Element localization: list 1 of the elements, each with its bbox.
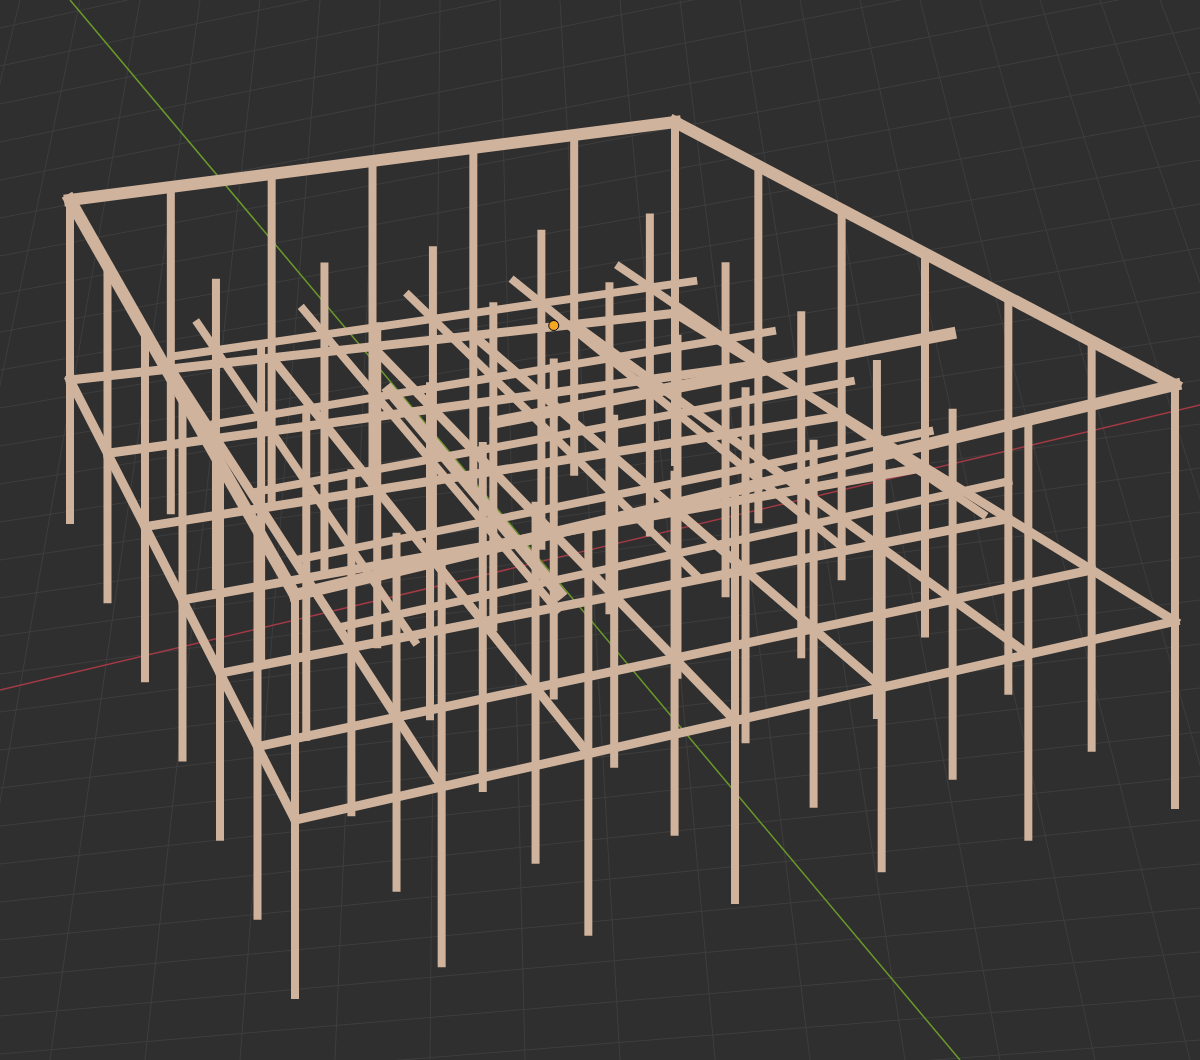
object-origin-dot[interactable] [548,320,560,331]
